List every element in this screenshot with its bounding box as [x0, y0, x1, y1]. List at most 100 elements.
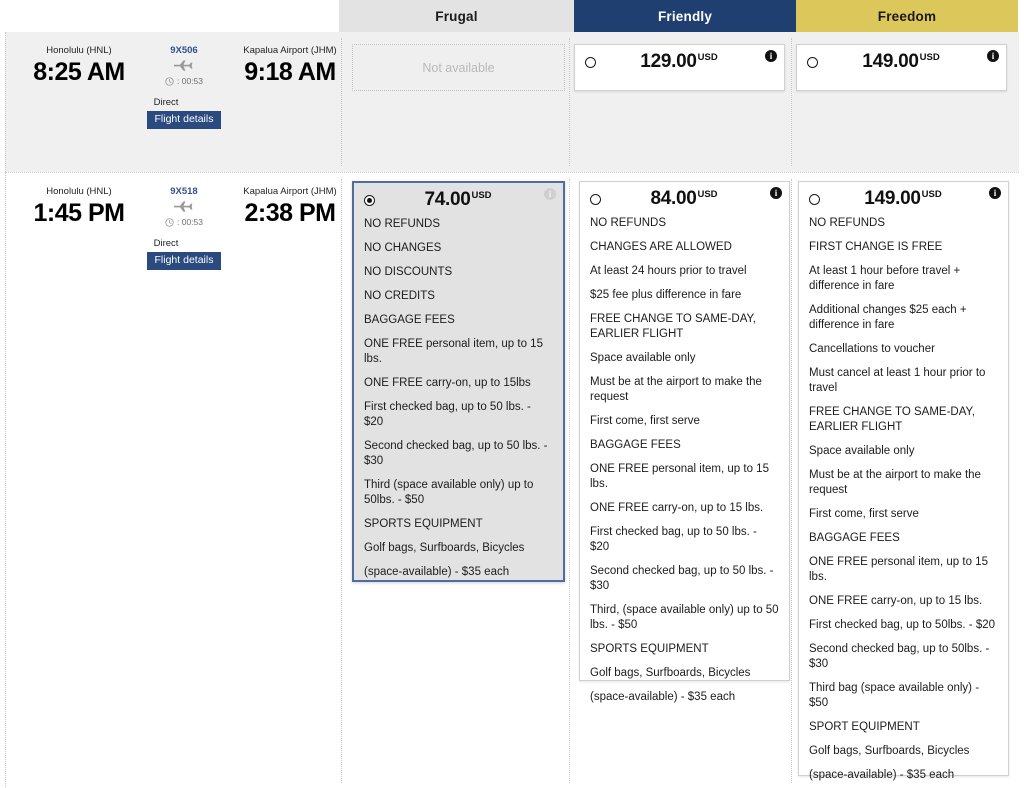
departure-time: 8:25 AM: [33, 58, 125, 86]
flight-duration: : 00:53: [177, 217, 203, 227]
flight-row-2: Honolulu (HNL) 1:45 PM 9X518: 00:53 Kap…: [5, 172, 1019, 788]
fare-rule-item: SPORTS EQUIPMENT: [364, 518, 483, 530]
departure-block: Honolulu (HNL) 1:45 PM: [20, 185, 138, 228]
info-icon[interactable]: i: [987, 50, 999, 62]
fare-card-freedom-row2[interactable]: 149.00USD i NO REFUNDS FIRST CHANGE IS FR…: [798, 181, 1009, 781]
fare-rule-item: BAGGAGE FEES: [590, 439, 681, 451]
fare-card-friendly-row2[interactable]: 84.00USD i NO REFUNDS CHANGES ARE ALLOWED…: [579, 181, 790, 703]
flight-number[interactable]: 9X518: [141, 185, 227, 198]
column-divider: [569, 179, 570, 783]
departure-time: 1:45 PM: [33, 199, 125, 227]
plane-icon: [141, 200, 227, 215]
fare-rule-item: Second checked bag, up to 50lbs. - $30: [809, 643, 990, 670]
fare-rule-item: Golf bags, Surfboards, Bicycles: [809, 745, 970, 757]
fare-price-row: 149.00USD i: [797, 45, 1006, 79]
tab-friendly[interactable]: Friendly: [574, 0, 796, 32]
fare-rule-item: Additional changes $25 each + difference…: [809, 304, 967, 331]
flight-duration-row: : 00:53: [141, 216, 227, 229]
column-divider: [791, 179, 792, 783]
fare-rule-item: Cancellations to voucher: [809, 343, 935, 355]
arrival-time: 2:38 PM: [244, 199, 336, 227]
departure-airport: Honolulu (HNL): [46, 186, 112, 197]
fare-rule-item: FREE CHANGE TO SAME-DAY, EARLIER FLIGHT: [590, 313, 756, 340]
fare-card-frugal-row1: Not available: [352, 44, 565, 91]
flight-middle-block: 9X506 : 00:53: [141, 44, 227, 88]
fare-rule-item: ONE FREE personal item, up to 15 lbs.: [590, 463, 769, 490]
fare-rule-item: $25 fee plus difference in fare: [590, 289, 742, 301]
fare-rule-item: First checked bag, up to 50lbs. - $20: [809, 619, 996, 631]
stops-label: Direct: [153, 238, 179, 249]
fare-rule-item: Must cancel at least 1 hour prior to tra…: [809, 367, 986, 394]
fare-price: 129.00USD: [640, 51, 718, 72]
fare-card-freedom-row1[interactable]: 149.00USD i: [796, 44, 1007, 91]
fare-rule-item: BAGGAGE FEES: [809, 532, 900, 544]
arrival-airport: Kapalua Airport (JHM): [243, 186, 337, 197]
fare-rule-item: Third bag (space available only) - $50: [809, 682, 980, 709]
fare-rule-item: At least 24 hours prior to travel: [590, 265, 747, 277]
fare-rule-item: NO REFUNDS: [809, 217, 886, 229]
fare-rule-item: ONE FREE carry-on, up to 15 lbs.: [590, 502, 764, 514]
flight-details-button[interactable]: Flight details: [147, 252, 221, 270]
info-icon[interactable]: i: [544, 188, 556, 200]
fare-rule-item: ONE FREE personal item, up to 15 lbs.: [364, 338, 543, 365]
fare-rule-item: BAGGAGE FEES: [364, 314, 455, 326]
fare-rule-item: NO CREDITS: [364, 290, 435, 302]
fare-rule-item: NO REFUNDS: [364, 218, 441, 230]
arrival-block: Kapalua Airport (JHM) 9:18 AM: [230, 44, 350, 87]
tab-frugal[interactable]: Frugal: [339, 0, 574, 32]
fare-rule-item: Third (space available only) up to 50lbs…: [364, 479, 534, 506]
fare-price-row: 149.00USD i: [799, 182, 1008, 216]
fare-price-row: 129.00USD i: [575, 45, 784, 79]
fare-price: 149.00USD: [864, 188, 942, 209]
fare-rule-item: ONE FREE carry-on, up to 15 lbs.: [809, 595, 983, 607]
fare-rule-item: (space-available) - $35 each: [809, 769, 955, 781]
fare-rule-item: Space available only: [590, 352, 696, 364]
arrival-time: 9:18 AM: [244, 58, 336, 86]
fare-rule-item: ONE FREE personal item, up to 15 lbs.: [809, 556, 988, 583]
fare-price: 149.00USD: [862, 51, 940, 72]
fare-rule-item: FREE CHANGE TO SAME-DAY, EARLIER FLIGHT: [809, 406, 975, 433]
fare-rule-item: NO DISCOUNTS: [364, 266, 453, 278]
flight-number[interactable]: 9X506: [141, 44, 227, 57]
fare-rule-item: NO REFUNDS: [590, 217, 667, 229]
fare-rule-item: First checked bag, up to 50 lbs. - $20: [590, 526, 757, 553]
fare-rule-item: First checked bag, up to 50 lbs. - $20: [364, 401, 531, 428]
fare-rule-item: Third, (space available only) up to 50 l…: [590, 604, 779, 631]
fare-rule-item: (space-available) - $35 each: [590, 691, 736, 703]
fare-rule-item: First come, first serve: [809, 508, 919, 520]
flight-duration: : 00:53: [177, 76, 203, 86]
fare-rule-item: ONE FREE carry-on, up to 15lbs: [364, 377, 531, 389]
fare-price: 74.00USD: [424, 189, 492, 210]
plane-icon: [141, 59, 227, 74]
stops-label: Direct: [153, 97, 179, 108]
flight-summary-1: Honolulu (HNL) 8:25 AM 9X506: 00:53 Kap…: [20, 44, 350, 154]
fare-rules-friendly: NO REFUNDS CHANGES ARE ALLOWED At least 24…: [580, 216, 789, 717]
fare-rule-item: CHANGES ARE ALLOWED: [590, 241, 732, 253]
fare-rule-item: Second checked bag, up to 50 lbs. - $30: [364, 440, 548, 467]
fare-rules-freedom: NO REFUNDS FIRST CHANGE IS FREE At least 1…: [799, 216, 1008, 788]
fare-rule-item: First come, first serve: [590, 415, 700, 427]
fare-rule-item: SPORT EQUIPMENT: [809, 721, 920, 733]
fare-rule-item: Must be at the airport to make the reque…: [809, 469, 981, 496]
info-icon[interactable]: i: [770, 187, 782, 199]
arrival-airport: Kapalua Airport (JHM): [243, 45, 337, 56]
tab-freedom[interactable]: Freedom: [796, 0, 1018, 32]
arrival-block: Kapalua Airport (JHM) 2:38 PM: [230, 185, 350, 228]
fare-card-frugal-row2[interactable]: 74.00USD i NO REFUNDS NO CHANGES NO DISCOU…: [352, 181, 565, 582]
fare-rule-item: NO CHANGES: [364, 242, 442, 254]
fare-rule-item: Second checked bag, up to 50 lbs. - $30: [590, 565, 774, 592]
flight-duration-row: : 00:53: [141, 75, 227, 88]
info-icon[interactable]: i: [989, 187, 1001, 199]
fare-unavailable-label: Not available: [422, 60, 495, 75]
fare-rule-item: Space available only: [809, 445, 915, 457]
fare-rules-frugal: NO REFUNDS NO CHANGES NO DISCOUNTS NO CREDI…: [354, 217, 563, 592]
info-icon[interactable]: i: [765, 50, 777, 62]
flight-details-button[interactable]: Flight details: [147, 111, 221, 129]
fare-price-row: 84.00USD i: [580, 182, 789, 216]
departure-airport: Honolulu (HNL): [46, 45, 112, 56]
fare-card-friendly-row1[interactable]: 129.00USD i: [574, 44, 785, 91]
departure-block: Honolulu (HNL) 8:25 AM: [20, 44, 138, 87]
header-spacer: [0, 0, 339, 32]
flight-row-1: Honolulu (HNL) 8:25 AM 9X506: 00:53 Kap…: [5, 32, 1019, 172]
fare-rule-item: Must be at the airport to make the reque…: [590, 376, 762, 403]
